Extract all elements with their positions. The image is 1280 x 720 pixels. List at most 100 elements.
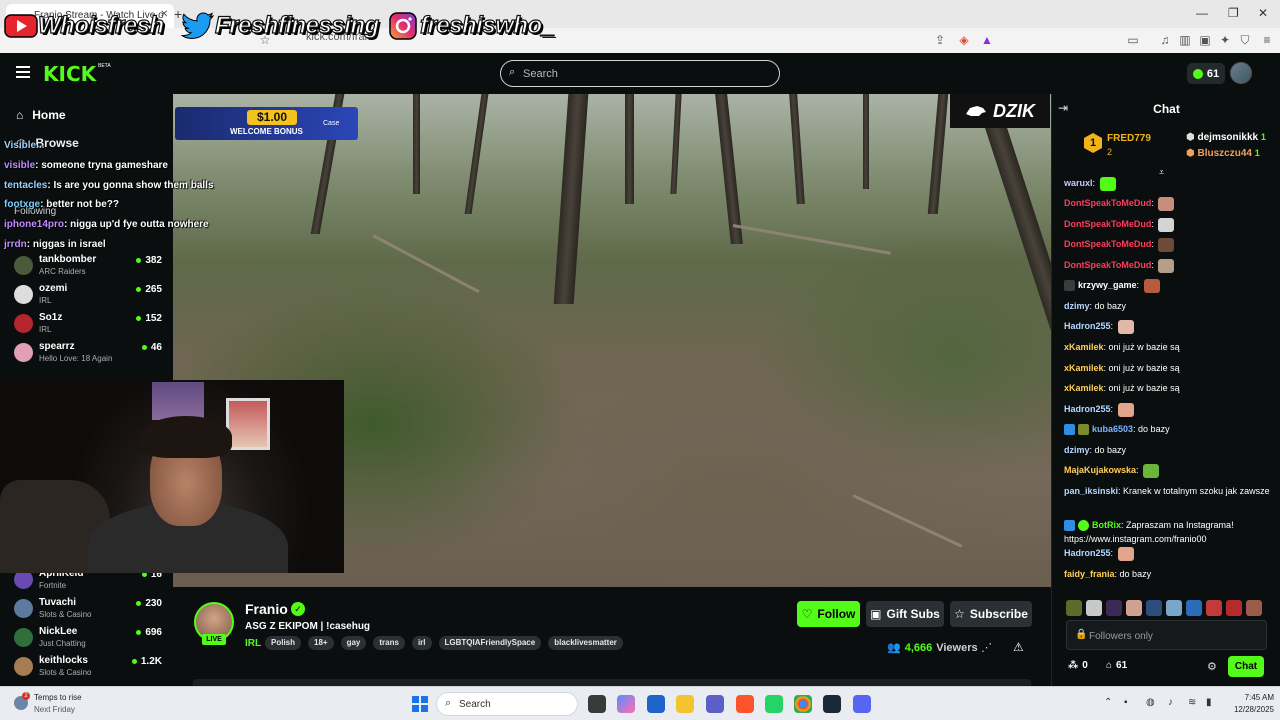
follow-button[interactable]: ♡ Follow [797,601,860,627]
sidebar-channel-so1z[interactable]: So1z IRL 152 [14,312,164,340]
file-explorer-icon[interactable] [676,695,694,713]
overlay-chat-line: visible: someone tryna gameshare [4,160,168,171]
brave-browser-icon[interactable] [736,695,754,713]
channel-category: ARC Raiders [39,267,86,276]
vpn-icon[interactable]: ⛉ [1238,33,1252,47]
tag[interactable]: Polish [265,636,302,650]
brave-rewards-icon[interactable]: ▲ [980,33,994,47]
emote[interactable] [1086,600,1102,616]
tag[interactable]: trans [373,636,405,650]
task-view-icon[interactable] [588,695,606,713]
emote [1143,278,1160,293]
wifi-icon[interactable]: ≋ [1188,697,1196,708]
leaderboard-top-name[interactable]: FRED779 [1107,133,1151,144]
emote[interactable] [1126,600,1142,616]
chat-message: xKamilek: oni już w bazie są [1064,383,1180,393]
emote [1158,217,1175,232]
promo-text: WELCOME BONUS [230,127,303,136]
avatar [14,657,33,676]
windows-start-icon[interactable] [412,696,428,712]
sidebar-channel-nicklee[interactable]: NickLee Just Chatting 696 [14,626,164,654]
chat-send-button[interactable]: Chat [1228,656,1264,677]
tray-app-icon[interactable]: ▪ [1124,697,1128,708]
leo-ai-icon[interactable]: ✦ [1218,33,1232,47]
sidebar-toggle-icon[interactable]: ▭ [1126,33,1140,47]
minimize-icon[interactable]: — [1196,6,1208,20]
leaderboard-entry[interactable]: ⬢ Bluszczu44 1 [1186,148,1260,159]
nav-home[interactable]: ⌂ Home [16,108,66,122]
stream-category[interactable]: IRL [245,638,261,649]
taskbar-search-input[interactable] [459,696,549,712]
leaderboard-entry[interactable]: ⬢ dejmsonikkk 1 [1186,132,1266,143]
share-icon[interactable]: ⋰ [981,641,992,654]
emote[interactable] [1146,600,1162,616]
volume-icon[interactable]: ♪ [1168,697,1173,708]
emote[interactable] [1226,600,1242,616]
reader-icon[interactable]: ▥ [1178,33,1192,47]
tray-overflow-icon[interactable]: ⌃ [1104,697,1112,708]
chat-panel: ⇥ Chat 1 FRED779 2 ⬢ dejmsonikkk 1 ⬢ Blu… [1051,94,1280,686]
search-bar[interactable]: ⌕ [500,60,780,87]
teams-icon[interactable] [706,695,724,713]
kicks-balance[interactable]: 61 [1187,63,1225,84]
close-window-icon[interactable]: ✕ [1258,6,1268,20]
fallen-branch [852,494,963,548]
gift-subs-button[interactable]: ▣ Gift Subs [866,601,944,627]
emote[interactable] [1106,600,1122,616]
taskbar-search[interactable]: ⌕ [436,692,578,716]
menu-toggle-icon[interactable] [16,66,30,78]
report-icon[interactable]: ⚠ [1013,640,1024,654]
kicks-shop[interactable]: ⌂ 61 [1106,660,1127,671]
discord-icon[interactable] [853,695,871,713]
maximize-icon[interactable]: ❐ [1228,6,1239,20]
tag[interactable]: blacklivesmatter [548,636,623,650]
tag[interactable]: LGBTQIAFriendlySpace [438,636,542,650]
menu-icon[interactable]: ≡ [1260,33,1274,47]
overlay-chat-line: tentacles: Is are you gonna show them ba… [4,180,214,191]
sidebar-channel-ozemi[interactable]: ozemi IRL 265 [14,283,164,311]
brave-shield-icon[interactable]: ◈ [957,33,971,47]
sidebar-channel-tankbomber[interactable]: tankbomber ARC Raiders 382 [14,254,164,282]
store-icon[interactable] [647,695,665,713]
chat-input[interactable] [1089,627,1259,645]
emote[interactable] [1186,600,1202,616]
weather-widget[interactable]: 2 Temps to rise Next Friday [12,692,102,718]
weather-subtitle: Next Friday [34,705,75,714]
chrome-icon[interactable] [794,695,812,713]
copilot-icon[interactable] [617,695,635,713]
sidebar-channel-keithlocks[interactable]: keithlocks Slots & Casino 1.2K [14,655,164,683]
chat-header: ⇥ Chat [1052,94,1280,122]
steam-icon[interactable] [823,695,841,713]
gear-icon[interactable]: ⚙ [1207,660,1217,673]
emote[interactable] [1166,600,1182,616]
subscribe-button[interactable]: ☆ Subscribe [950,601,1032,627]
whatsapp-icon[interactable] [765,695,783,713]
streamer-name[interactable]: Franio [245,601,288,617]
tree-trunk [927,94,949,214]
wallet-icon[interactable]: ▣ [1198,33,1212,47]
tag[interactable]: irl [411,636,432,650]
emote[interactable] [1066,600,1082,616]
sidebar-channel-spearrz[interactable]: spearrz Hello Love: 18 Again 46 [14,341,164,369]
network-icon[interactable]: ◍ [1146,697,1155,708]
chat-message: BotRix: Zapraszam na Instagrama! https:/… [1064,520,1234,544]
share-page-icon[interactable]: ⇪ [933,33,947,47]
chat-input-box[interactable]: 🔒 [1066,620,1267,650]
system-clock[interactable]: 7:45 AM 12/28/2025 [1222,692,1274,716]
channel-points[interactable]: ⁂ 0 [1068,660,1088,671]
home-icon: ⌂ [16,108,24,122]
media-icon[interactable]: ♫ [1158,33,1172,47]
tag[interactable]: 18+ [308,636,334,650]
user-avatar[interactable] [1230,62,1252,84]
battery-icon[interactable]: ▮ [1206,697,1212,708]
dzik-logo: DZIK [950,94,1050,128]
kick-logo[interactable]: KICK [43,62,96,86]
sidebar-channel-tuvachi[interactable]: Tuvachi Slots & Casino 230 [14,597,164,625]
emote[interactable] [1246,600,1262,616]
youtube-icon [4,12,38,40]
emote[interactable] [1206,600,1222,616]
search-input[interactable] [523,65,763,83]
tag[interactable]: gay [340,636,367,650]
tree-trunk [974,94,1051,334]
chat-message: MajaKujakowska: [1064,463,1276,478]
